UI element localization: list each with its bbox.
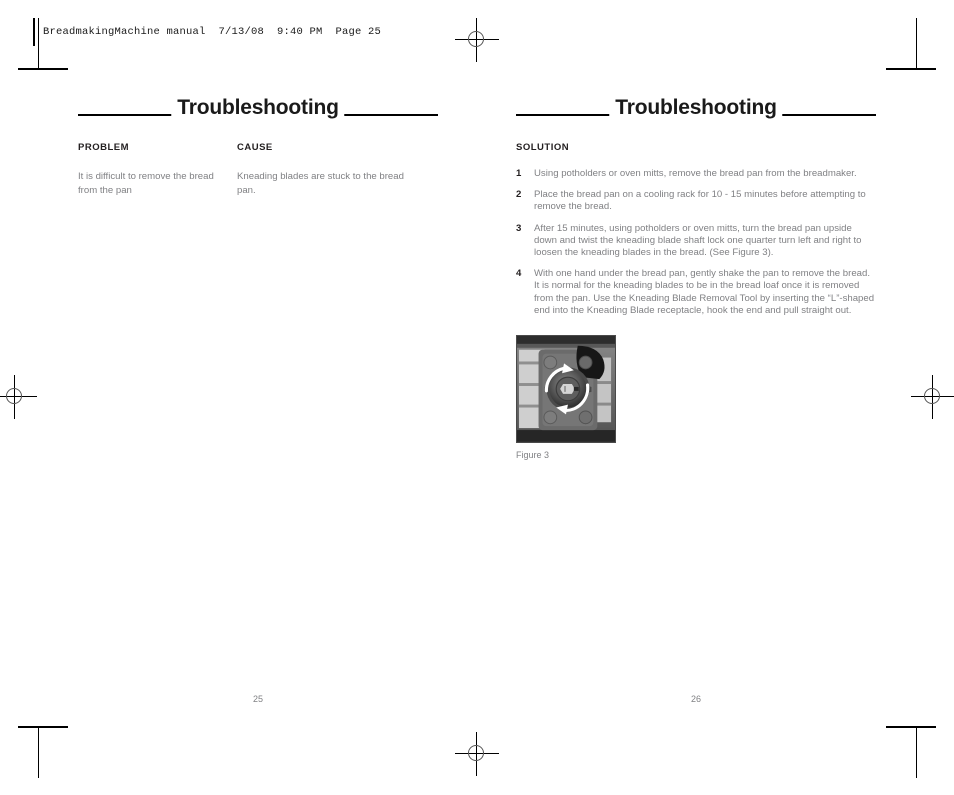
registration-mark-circle xyxy=(924,388,940,404)
solution-step: 1 Using potholders or oven mitts, remove… xyxy=(516,168,876,180)
crop-mark-bottom-right-vertical xyxy=(916,726,917,778)
solution-step-list: 1 Using potholders or oven mitts, remove… xyxy=(516,168,876,317)
crop-mark-top-right-vertical xyxy=(916,18,917,70)
step-text: Place the bread pan on a cooling rack fo… xyxy=(534,189,866,213)
page-number-right: 26 xyxy=(690,694,701,704)
column-header-problem: PROBLEM xyxy=(78,142,129,153)
file-info-text: BreadmakingMachine manual 7/13/08 9:40 P… xyxy=(43,26,382,38)
registration-mark-circle xyxy=(468,31,484,47)
registration-mark-circle xyxy=(468,745,484,761)
right-page: Troubleshooting SOLUTION 1 Using pothold… xyxy=(516,96,876,460)
file-info-slug: BreadmakingMachine manual 7/13/08 9:40 P… xyxy=(33,18,381,46)
step-text: After 15 minutes, using potholders or ov… xyxy=(534,222,862,259)
step-text: With one hand under the bread pan, gentl… xyxy=(534,268,875,316)
step-number: 3 xyxy=(516,222,522,234)
registration-mark-bottom xyxy=(455,732,499,776)
solution-step: 3 After 15 minutes, using potholders or … xyxy=(516,223,876,260)
right-page-title-block: Troubleshooting xyxy=(516,96,876,122)
step-number: 1 xyxy=(516,168,522,179)
problem-text: It is difficult to remove the bread from… xyxy=(78,171,214,196)
crop-mark-bottom-left-horizontal xyxy=(18,726,68,728)
crop-mark-bottom-left-vertical xyxy=(38,726,39,778)
crop-mark-top-right-horizontal xyxy=(886,68,936,70)
step-number: 4 xyxy=(516,268,522,280)
solution-step: 2 Place the bread pan on a cooling rack … xyxy=(516,189,876,213)
step-number: 2 xyxy=(516,189,522,201)
figure-3-image xyxy=(516,335,616,444)
registration-mark-left xyxy=(0,375,37,419)
crop-mark-top-left-horizontal xyxy=(18,68,68,70)
figure-block: Figure 3 xyxy=(516,335,876,460)
cause-text: Kneading blades are stuck to the bread p… xyxy=(237,171,404,196)
page-title: Troubleshooting xyxy=(609,96,783,120)
page-title: Troubleshooting xyxy=(171,96,345,120)
crop-mark-bottom-right-horizontal xyxy=(886,726,936,728)
left-page-title-block: Troubleshooting xyxy=(78,96,438,122)
table-header-row: PROBLEM CAUSE xyxy=(78,142,438,156)
step-text: Using potholders or oven mitts, remove t… xyxy=(534,168,857,179)
solution-step: 4 With one hand under the bread pan, gen… xyxy=(516,268,876,317)
figure-caption: Figure 3 xyxy=(516,450,550,461)
registration-mark-top xyxy=(455,18,499,62)
left-page: Troubleshooting PROBLEM CAUSE It is diff… xyxy=(78,96,438,196)
registration-mark-circle xyxy=(6,388,22,404)
page-number-left: 25 xyxy=(252,694,263,704)
column-header-solution: SOLUTION xyxy=(516,142,570,153)
registration-mark-right xyxy=(911,375,954,419)
bread-pan-shaft-lock-photo xyxy=(517,336,615,442)
column-header-cause: CAUSE xyxy=(237,142,273,153)
